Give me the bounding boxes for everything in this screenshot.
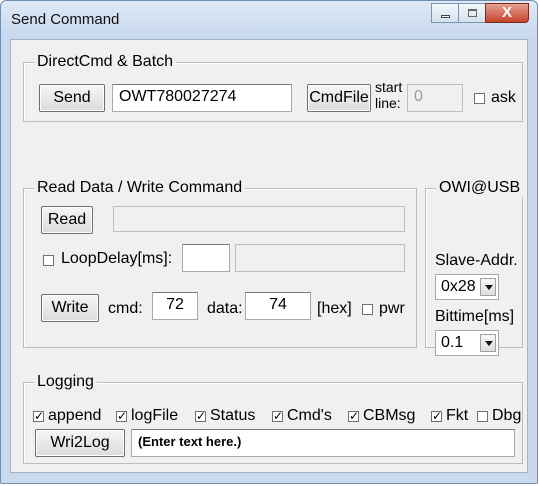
loop-output xyxy=(235,244,405,272)
status-label: Status xyxy=(210,407,256,424)
bittime-value: 0.1 xyxy=(441,334,464,351)
slave-addr-select[interactable]: 0x28 xyxy=(435,274,499,300)
title-bar[interactable]: Send Command X xyxy=(1,1,537,39)
slave-addr-value: 0x28 xyxy=(441,278,476,295)
minimize-icon[interactable] xyxy=(431,3,459,23)
pwr-label: pwr xyxy=(379,300,405,317)
start-line-input[interactable]: 0 xyxy=(407,84,463,112)
command-input[interactable]: OWT780027274 xyxy=(112,84,292,112)
fkt-label: Fkt xyxy=(446,407,469,424)
wri2log-button[interactable]: Wri2Log xyxy=(35,429,125,457)
log-option-cbmsg[interactable]: ✓ CBMsg xyxy=(348,407,415,425)
slave-addr-label: Slave-Addr. xyxy=(435,252,518,269)
dialog-client-area: DirectCmd & Batch Send OWT780027274 CmdF… xyxy=(10,39,528,473)
hex-label: [hex] xyxy=(317,300,352,317)
cmd-label: cmd: xyxy=(108,300,143,317)
log-option-status[interactable]: ✓ Status xyxy=(195,407,255,425)
chevron-down-icon[interactable] xyxy=(480,278,496,296)
window-title: Send Command xyxy=(11,11,120,28)
ask-label: ask xyxy=(491,89,516,106)
cmdfile-button[interactable]: CmdFile xyxy=(307,84,371,112)
ask-checkbox[interactable] xyxy=(474,93,485,104)
loopdelay-checkbox[interactable] xyxy=(43,255,54,266)
bittime-select[interactable]: 0.1 xyxy=(435,330,499,356)
log-option-dbg[interactable]: Dbg xyxy=(477,407,521,425)
owi-usb-label: OWI@USB xyxy=(436,179,524,197)
fkt-checkbox[interactable]: ✓ xyxy=(431,410,442,422)
start-line-label-2: line: xyxy=(375,95,401,111)
write-button[interactable]: Write xyxy=(41,294,99,322)
pwr-checkbox[interactable] xyxy=(362,304,373,315)
append-label: append xyxy=(48,407,102,424)
close-icon[interactable]: X xyxy=(485,3,529,23)
start-line-label-1: start xyxy=(375,79,403,95)
log-option-append[interactable]: ✓ append xyxy=(33,407,101,425)
bittime-label: Bittime[ms] xyxy=(435,308,515,325)
log-text-input[interactable]: (Enter text here.) xyxy=(131,429,515,457)
cmds-checkbox[interactable]: ✓ xyxy=(272,410,283,422)
read-button[interactable]: Read xyxy=(41,206,93,234)
data-input[interactable]: 74 xyxy=(245,292,311,320)
caption-buttons: X xyxy=(431,3,529,25)
log-option-cmds[interactable]: ✓ Cmd's xyxy=(272,407,332,425)
cmds-label: Cmd's xyxy=(287,407,332,424)
send-command-window: Send Command X DirectCmd & Batch Send OW… xyxy=(0,0,538,484)
log-option-logfile[interactable]: ✓ logFile xyxy=(116,407,178,425)
read-data-output xyxy=(113,206,405,232)
directcmd-batch-label: DirectCmd & Batch xyxy=(34,53,177,71)
dbg-label: Dbg xyxy=(492,407,522,424)
cbmsg-label: CBMsg xyxy=(363,407,416,424)
read-write-label: Read Data / Write Command xyxy=(34,179,246,197)
logfile-label: logFile xyxy=(131,407,179,424)
dbg-checkbox[interactable] xyxy=(477,410,488,422)
cmd-input[interactable]: 72 xyxy=(152,292,198,320)
logfile-checkbox[interactable]: ✓ xyxy=(116,410,127,422)
cbmsg-checkbox[interactable]: ✓ xyxy=(348,410,359,422)
send-button[interactable]: Send xyxy=(39,84,105,112)
logging-label: Logging xyxy=(34,373,97,391)
loopdelay-input[interactable] xyxy=(182,244,230,272)
status-checkbox[interactable]: ✓ xyxy=(195,410,206,422)
data-label: data: xyxy=(207,300,243,317)
maximize-icon[interactable] xyxy=(458,3,486,23)
loopdelay-label: LoopDelay[ms]: xyxy=(61,250,173,267)
chevron-down-icon[interactable] xyxy=(480,334,496,352)
append-checkbox[interactable]: ✓ xyxy=(33,410,44,422)
log-option-fkt[interactable]: ✓ Fkt xyxy=(431,407,468,425)
